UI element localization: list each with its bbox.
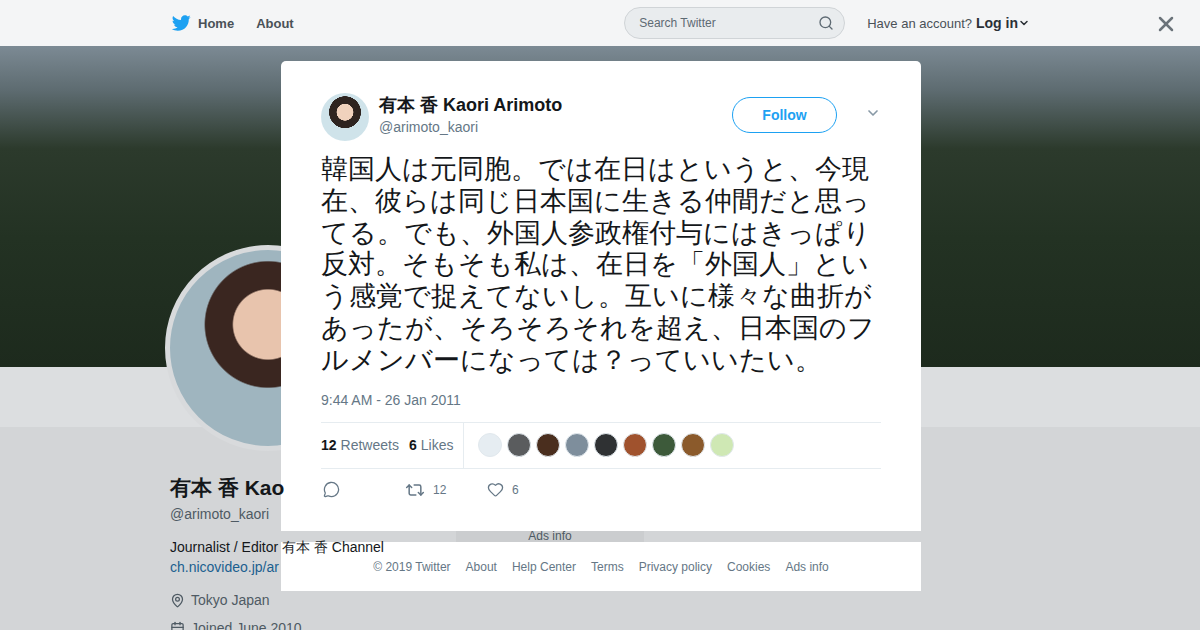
author-names: 有本 香 Kaori Arimoto@arimoto_kaori [379,93,722,137]
tweet-actions: 126 [321,469,881,511]
profile-location: Tokyo Japan [170,590,440,610]
liker-avatar[interactable] [652,433,676,457]
search-box [624,7,845,39]
footer-link[interactable]: Help Center [512,560,576,574]
tweet-stats: 12Retweets 6Likes [321,422,881,469]
location-icon [170,593,185,608]
tweet-author: 有本 香 Kaori Arimoto@arimoto_kaori Follow [321,93,881,141]
profile-name: 有本 香 Kao [170,475,440,501]
caret-icon [1018,17,1030,29]
reply-button[interactable] [323,481,405,498]
likers [464,433,734,457]
author-handle[interactable]: @arimoto_kaori [379,117,722,137]
tweet-menu-button[interactable] [865,105,881,121]
account-prompt: Have an account?Log in [867,15,1030,31]
liker-avatar[interactable] [507,433,531,457]
tweet-modal: 有本 香 Kaori Arimoto@arimoto_kaori Follow 韓国… [281,61,921,531]
top-bar: Home About Have an account?Log in [0,0,1200,46]
follow-button[interactable]: Follow [732,97,837,133]
author-name[interactable]: 有本 香 Kaori Arimoto [379,94,722,116]
chevron-down-icon [865,105,881,121]
footer-link[interactable]: © 2019 Twitter [373,560,450,574]
stat-link[interactable]: 6Likes [409,437,453,453]
heart-icon [487,481,504,498]
retweet-icon [405,480,425,500]
liker-avatar[interactable] [565,433,589,457]
profile-info: 有本 香 Kao @arimoto_kaori Journalist / Edito… [170,451,440,630]
login-button[interactable]: Log in [976,15,1030,31]
liker-avatar[interactable] [594,433,618,457]
twitter-bird-icon [171,13,191,33]
liker-avatar[interactable] [623,433,647,457]
profile-link[interactable]: ch.nicovideo.jp/ar [170,557,440,577]
ads-info-link[interactable]: Ads info [456,529,644,543]
tweet-text: 韓国人は元同胞。では在日はというと、今現在、彼らは同じ日本国に生きる仲間だと思っ… [321,154,881,377]
liker-avatar[interactable] [710,433,734,457]
profile-card: 有本 香 Kao @arimoto_kaori Journalist / Edito… [170,427,440,630]
search-icon[interactable] [818,15,834,31]
profile-page: Home About Have an account?Log in 有本 香 Kao @… [0,0,1200,630]
footer-link[interactable]: Privacy policy [639,560,712,574]
search-input[interactable] [637,15,812,31]
nav-link[interactable]: About [256,16,294,31]
close-button[interactable] [1154,12,1178,36]
stat-link[interactable]: 12Retweets [321,437,399,453]
like-button[interactable]: 6 [487,481,569,498]
footer-link[interactable]: Cookies [727,560,770,574]
footer-link[interactable]: Ads info [785,560,828,574]
liker-avatar[interactable] [478,433,502,457]
calendar-icon [170,621,185,630]
liker-avatar[interactable] [681,433,705,457]
tweet-time[interactable]: 9:44 AM - 26 Jan 2011 [321,390,881,410]
close-icon [1154,12,1178,36]
stat-group: 12Retweets 6Likes [321,423,464,468]
profile-handle: @arimoto_kaori [170,505,440,523]
liker-avatar[interactable] [536,433,560,457]
footer-link[interactable]: About [466,560,497,574]
footer-link[interactable]: Terms [591,560,624,574]
nav-link[interactable]: Home [171,13,234,33]
retweet-button[interactable]: 12 [405,480,487,500]
reply-icon [323,481,340,498]
author-avatar[interactable] [321,93,369,141]
profile-joined: Joined June 2010 [170,618,440,630]
profile-bio: Journalist / Editor 有本 香 Channel [170,537,440,557]
